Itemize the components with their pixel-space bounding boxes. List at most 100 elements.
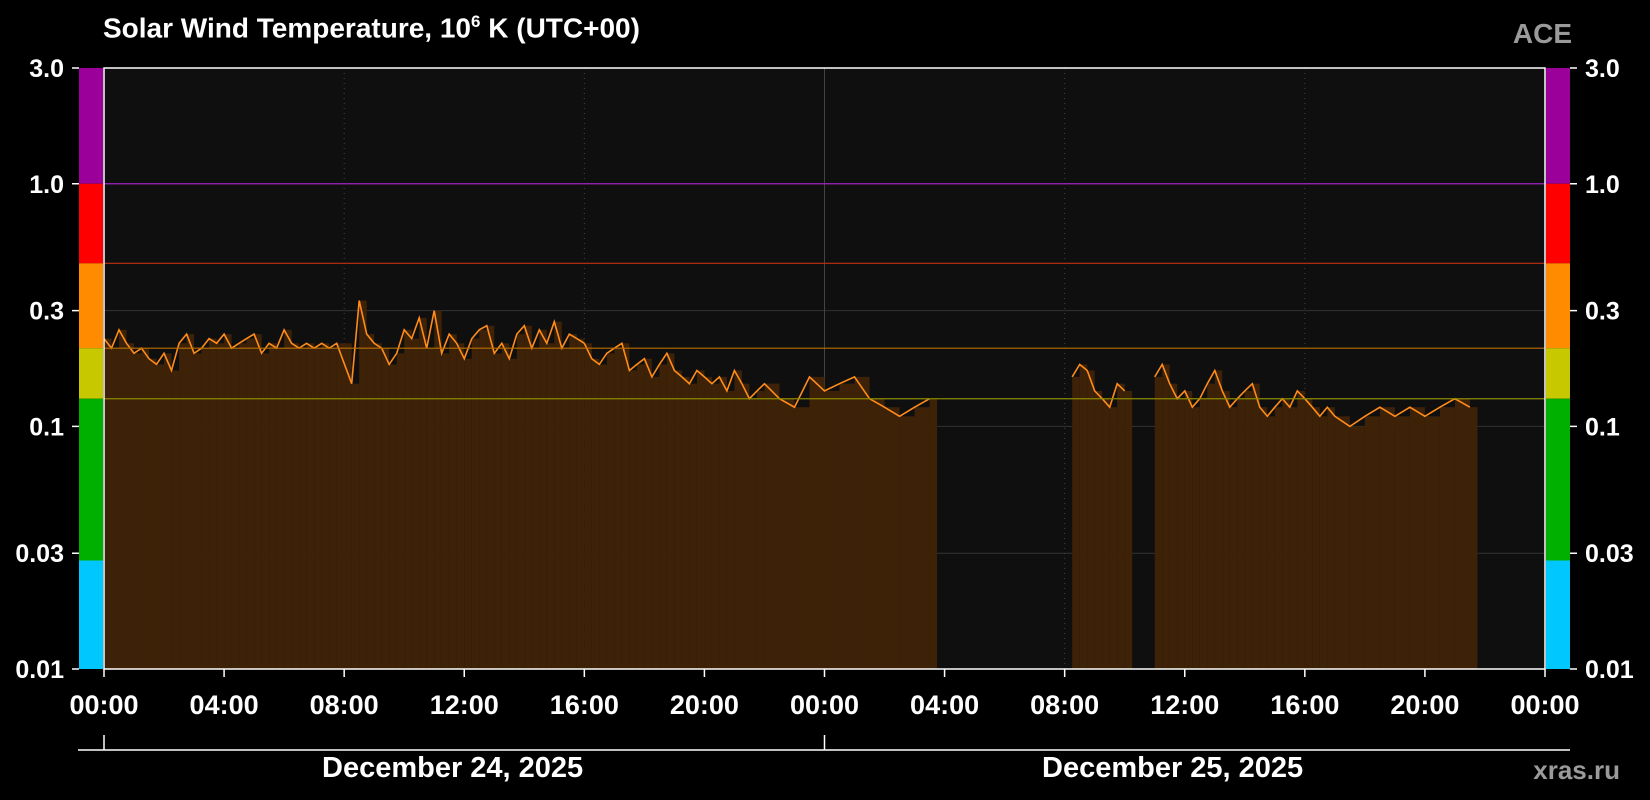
fill-bar	[546, 343, 555, 669]
fill-bar	[741, 383, 750, 669]
fill-bar	[1439, 407, 1455, 669]
fill-bar	[1124, 390, 1133, 669]
fill-bar	[824, 390, 840, 669]
y-tick-label-right-2: 0.1	[1585, 413, 1620, 441]
fill-bar	[899, 416, 915, 669]
color-band-left-5	[79, 560, 103, 669]
fill-bar	[1312, 407, 1320, 669]
y-tick-label-left-2: 0.1	[29, 413, 64, 441]
fill-bar	[1102, 398, 1110, 669]
fill-bar	[389, 364, 397, 669]
temperature-chart: 0.01 0.01 0.03 0.03 0.1 0.1 0.3 0.3 1.0 1.0 3.0 3.0…	[15, 55, 1634, 751]
fill-bar	[524, 325, 532, 669]
y-tick-label-right-0: 0.01	[1585, 656, 1634, 684]
x-tick-label-1: 04:00	[190, 690, 259, 720]
fill-bar	[111, 348, 120, 669]
fill-bar	[1319, 416, 1328, 669]
fill-bar	[359, 300, 367, 669]
x-tick-label-7: 04:00	[910, 690, 979, 720]
fill-bar	[1252, 383, 1260, 669]
y-tick-label-right-1: 0.03	[1585, 540, 1634, 568]
fill-bar	[756, 390, 765, 669]
fill-bar	[306, 343, 315, 669]
fill-bar	[914, 407, 930, 669]
color-band-left-2	[79, 263, 103, 349]
fill-bar	[1304, 398, 1313, 669]
data-source-label: ACE	[1512, 18, 1572, 49]
y-tick-label-left-0: 0.01	[15, 656, 64, 684]
fill-bar	[516, 334, 525, 669]
fill-bar	[141, 348, 150, 669]
y-tick-label-right-4: 1.0	[1585, 171, 1620, 199]
fill-bar	[1177, 398, 1185, 669]
fill-bar	[1349, 426, 1365, 669]
fill-bar	[1162, 364, 1170, 669]
fill-bar	[576, 338, 585, 669]
color-band-left-3	[79, 348, 103, 399]
fill-bar	[1454, 398, 1470, 669]
fill-bar	[231, 348, 240, 669]
fill-bar	[1409, 407, 1425, 669]
fill-bar	[179, 343, 187, 669]
fill-bar	[411, 338, 420, 669]
fill-bar	[1087, 370, 1095, 669]
fill-bar	[1364, 416, 1380, 669]
chart-title: Solar Wind Temperature, 106 K (UTC+00)	[103, 12, 640, 44]
fill-bar	[501, 343, 510, 669]
fill-bar	[479, 329, 487, 669]
fill-bar	[599, 364, 607, 669]
fill-bar	[764, 383, 780, 669]
color-band-right-5	[1546, 560, 1570, 669]
fill-bar	[321, 343, 330, 669]
x-axis-ticks: 00:00 04:00 08:00 12:00 16:00 20:00 00:00 04:00…	[69, 669, 1580, 720]
fill-bar	[681, 376, 690, 669]
fill-bar	[351, 383, 360, 669]
fill-bar	[186, 334, 195, 669]
fill-bar	[299, 348, 307, 669]
fill-bar	[1274, 407, 1283, 669]
fill-bar	[126, 343, 135, 669]
x-tick-label-2: 08:00	[310, 690, 379, 720]
x-tick-label-8: 08:00	[1030, 690, 1099, 720]
fill-bar	[839, 383, 855, 669]
color-band-right-3	[1546, 348, 1570, 399]
fill-bar	[1222, 390, 1230, 669]
fill-bar	[854, 376, 870, 669]
fill-bar	[419, 317, 427, 669]
fill-bar	[1169, 383, 1178, 669]
fill-bar	[441, 353, 450, 669]
fill-bar	[216, 343, 225, 669]
fill-bar	[164, 353, 172, 669]
fill-bar	[104, 338, 112, 669]
fill-bar	[1192, 407, 1200, 669]
fill-bar	[666, 353, 675, 669]
fill-bar	[156, 364, 165, 669]
fill-bar	[1214, 370, 1223, 669]
fill-bar	[201, 348, 210, 669]
color-band-right-1	[1546, 183, 1570, 264]
fill-bar	[1207, 383, 1215, 669]
fill-bar	[456, 343, 465, 669]
fill-bar	[629, 370, 637, 669]
fill-bar	[269, 343, 277, 669]
fill-bar	[149, 358, 157, 669]
fill-bar	[1094, 390, 1103, 669]
fill-bar	[674, 370, 682, 669]
fill-bar	[291, 343, 300, 669]
fill-bar	[1289, 407, 1298, 669]
y-tick-label-right-5: 3.0	[1585, 55, 1620, 83]
date-label-2: December 25, 2025	[1042, 752, 1304, 784]
fill-bar	[374, 343, 382, 669]
fill-bar	[884, 407, 900, 669]
y-tick-label-left-5: 3.0	[29, 55, 64, 83]
fill-bar	[194, 353, 202, 669]
fill-bar	[651, 376, 660, 669]
fill-bar	[621, 343, 630, 669]
fill-bar	[569, 334, 577, 669]
fill-bar	[494, 353, 502, 669]
fill-bar	[696, 370, 705, 669]
fill-bar	[584, 343, 592, 669]
fill-bar	[449, 334, 457, 669]
fill-bar	[119, 329, 127, 669]
fill-bar	[396, 353, 405, 669]
